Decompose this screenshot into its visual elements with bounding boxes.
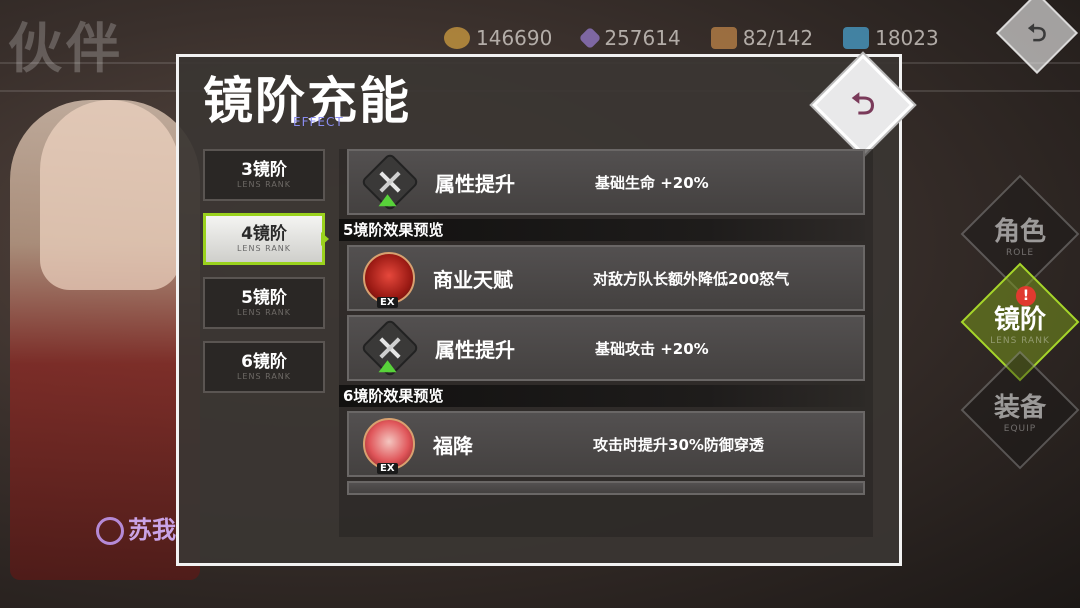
stat-up-icon xyxy=(360,318,420,378)
background-title: 伙伴 xyxy=(8,16,124,80)
tab-sublabel: ROLE xyxy=(1005,247,1035,258)
effect-scroll: 属性提升 基础生命 +20% 5境阶效果预览 EX 商业天赋 对敌方队长额外降低… xyxy=(339,149,873,499)
effect-name: 属性提升 xyxy=(435,171,515,196)
rank-label: 6镜阶 xyxy=(241,352,287,372)
dialog-back-button[interactable]: ⮌ xyxy=(812,54,914,156)
rank-sublabel: LENS RANK xyxy=(236,372,292,381)
tab-label: 装备 xyxy=(993,392,1046,423)
section-header: 6境阶效果预览 xyxy=(339,385,865,407)
character-hair xyxy=(40,100,180,290)
notification-badge: ! xyxy=(1016,286,1036,306)
rank-button-4[interactable]: 4镜阶 LENS RANK xyxy=(203,213,329,265)
effect-card: EX 商业天赋 对敌方队长额外降低200怒气 xyxy=(347,245,865,311)
currency-bar: 146690 257614 82/142 18023 xyxy=(444,26,939,50)
back-icon: ⮌ xyxy=(1027,19,1047,47)
dialog-subtitle: EFFECT xyxy=(293,115,344,129)
effect-desc: 基础生命 +20% xyxy=(595,173,709,192)
rank-sublabel: LENS RANK xyxy=(236,244,292,253)
gold-coin-icon xyxy=(444,27,470,49)
rank-button-5[interactable]: 5镜阶 LENS RANK xyxy=(203,277,325,329)
currency-value: 18023 xyxy=(875,26,939,50)
rank-button-6[interactable]: 6镜阶 LENS RANK xyxy=(203,341,325,393)
character-name-text: 苏我 xyxy=(128,516,176,544)
effect-desc: 对敌方队长额外降低200怒气 xyxy=(593,269,790,288)
stat-up-icon xyxy=(360,152,420,212)
rank-label: 3镜阶 xyxy=(241,160,287,180)
rank-button-3[interactable]: 3镜阶 LENS RANK xyxy=(203,149,325,201)
effect-name: 商业天赋 xyxy=(433,267,513,292)
tab-label: 角色 xyxy=(993,216,1046,247)
character-name: 苏我 xyxy=(96,510,176,545)
chest-icon xyxy=(710,27,737,49)
effect-card: EX 福降 攻击时提升30%防御穿透 xyxy=(347,411,865,477)
currency-value: 82/142 xyxy=(742,26,814,50)
effect-card-partial xyxy=(347,481,865,495)
tab-sublabel: EQUIP xyxy=(1003,423,1037,434)
tab-sublabel: LENS RANK xyxy=(990,335,1050,346)
rank-sublabel: LENS RANK xyxy=(236,180,292,189)
currency-crystal: 257614 xyxy=(579,26,681,50)
rank-sublabel: LENS RANK xyxy=(236,308,292,317)
rank-label: 4镜阶 xyxy=(241,224,287,244)
skill-ex-icon: EX xyxy=(363,252,415,308)
element-icon xyxy=(96,517,124,545)
effect-desc: 攻击时提升30%防御穿透 xyxy=(593,435,764,454)
blue-gem-icon xyxy=(843,27,870,49)
lens-rank-dialog: 镜阶充能 EFFECT ⮌ 3镜阶 LENS RANK 4镜阶 LENS RAN… xyxy=(176,54,914,566)
effect-card: 属性提升 基础生命 +20% xyxy=(347,149,865,215)
rank-label: 5镜阶 xyxy=(241,288,287,308)
currency-value: 146690 xyxy=(476,26,553,50)
effect-desc: 基础攻击 +20% xyxy=(595,339,709,358)
rank-list: 3镜阶 LENS RANK 4镜阶 LENS RANK 5镜阶 LENS RAN… xyxy=(203,149,329,405)
effect-card: 属性提升 基础攻击 +20% xyxy=(347,315,865,381)
effect-name: 属性提升 xyxy=(435,337,515,362)
currency-chest: 82/142 xyxy=(710,26,814,50)
effect-name: 福降 xyxy=(433,433,473,458)
skill-ex-icon: EX xyxy=(363,418,415,474)
crystal-icon xyxy=(579,26,602,50)
currency-value: 257614 xyxy=(604,26,681,50)
tab-equip[interactable]: 装备 EQUIP xyxy=(960,350,1080,470)
ex-tag: EX xyxy=(377,297,398,308)
ex-tag: EX xyxy=(377,463,398,474)
effect-list[interactable]: 属性提升 基础生命 +20% 5境阶效果预览 EX 商业天赋 对敌方队长额外降低… xyxy=(339,149,873,537)
section-header: 5境阶效果预览 xyxy=(339,219,865,241)
back-icon: ⮌ xyxy=(850,87,876,122)
currency-gem: 18023 xyxy=(843,26,939,50)
currency-gold: 146690 xyxy=(444,26,552,50)
